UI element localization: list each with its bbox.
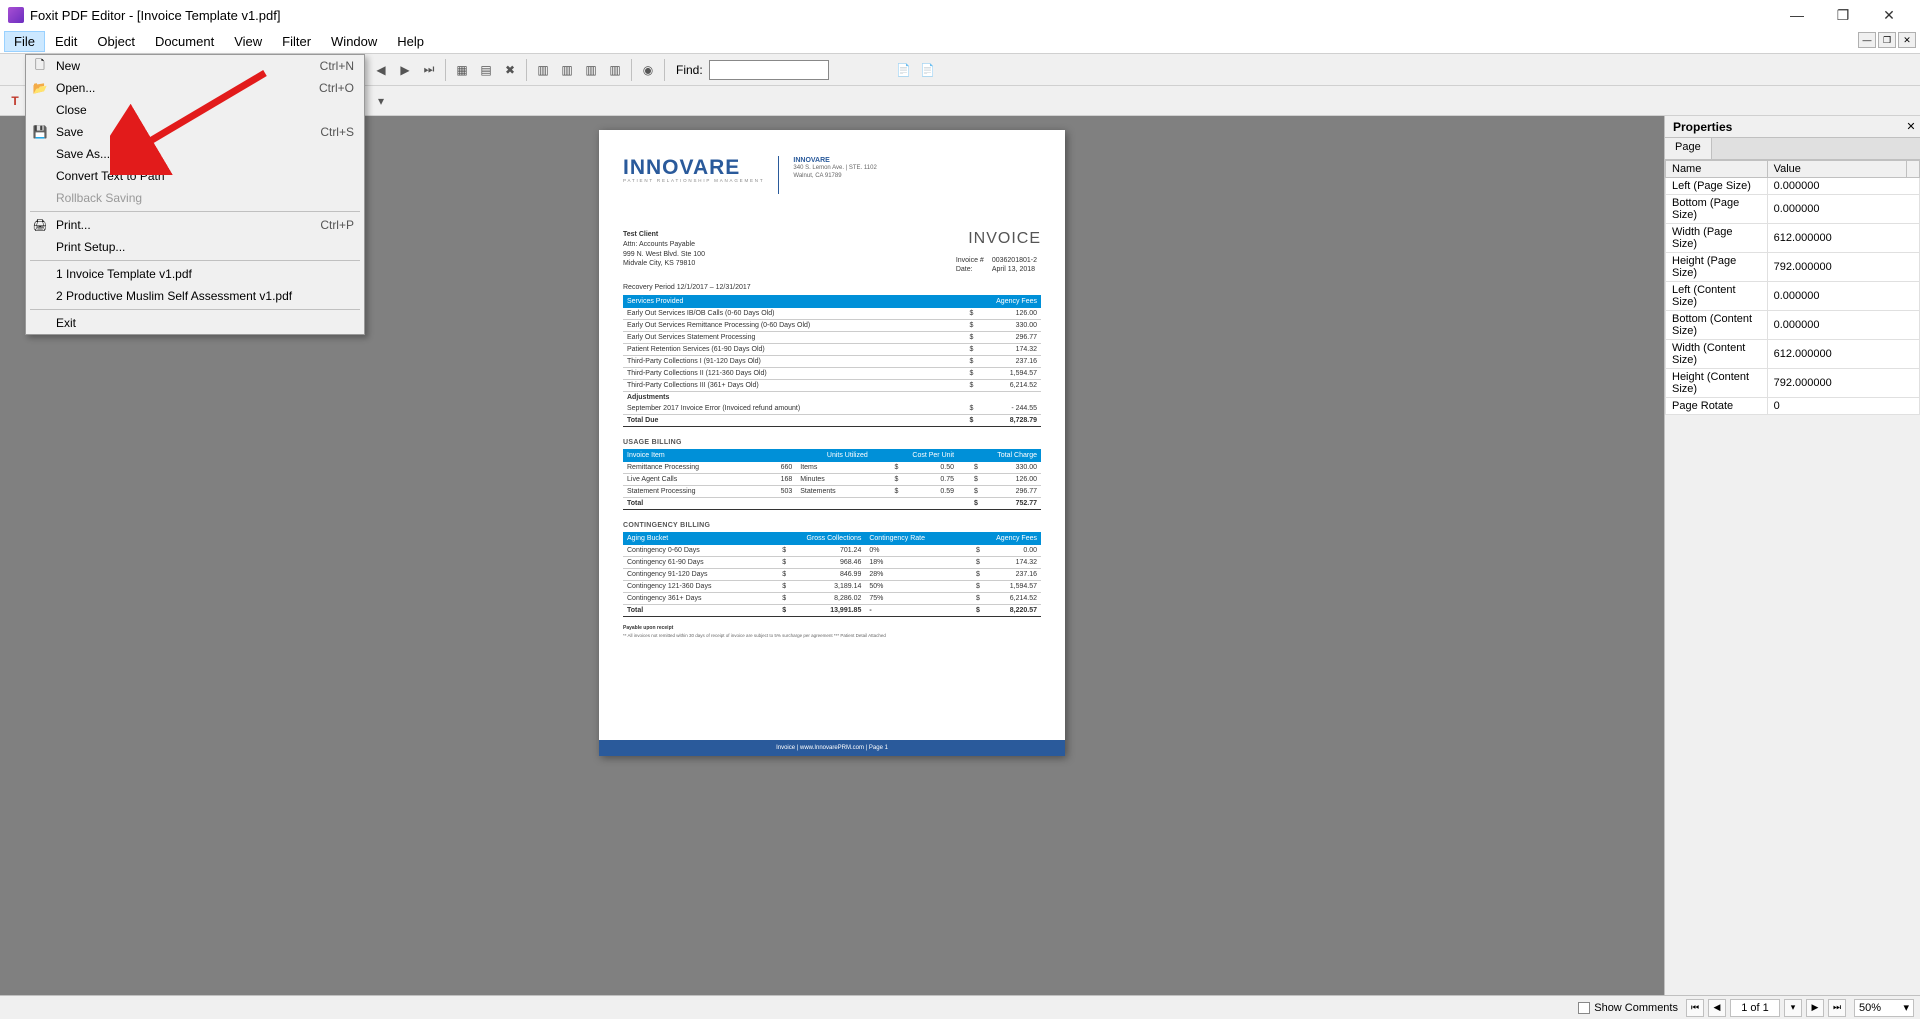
text-tool-icon[interactable]: T — [4, 90, 26, 112]
services-table: Services ProvidedAgency Fees Early Out S… — [623, 295, 1041, 427]
prev-page-icon[interactable]: ◀ — [370, 59, 392, 81]
maximize-button[interactable]: ❐ — [1820, 0, 1866, 30]
menu-edit[interactable]: Edit — [45, 31, 87, 52]
panel-tab-page[interactable]: Page — [1665, 138, 1712, 159]
menu-close[interactable]: Close — [26, 99, 364, 121]
contingency-table: Aging Bucket Gross Collections Contingen… — [623, 532, 1041, 617]
usage-table: Invoice Item Units Utilized Cost Per Uni… — [623, 449, 1041, 510]
show-comments-label: Show Comments — [1594, 1002, 1678, 1014]
close-button[interactable]: ✕ — [1866, 0, 1912, 30]
menu-rollback: Rollback Saving — [26, 187, 364, 209]
menu-print-setup[interactable]: Print Setup... — [26, 236, 364, 258]
minimize-button[interactable]: — — [1774, 0, 1820, 30]
find-prev-icon[interactable]: 📄 — [893, 59, 915, 81]
menu-recent-1[interactable]: 1 Invoice Template v1.pdf — [26, 263, 364, 285]
find-label: Find: — [676, 63, 703, 77]
menu-help[interactable]: Help — [387, 31, 434, 52]
open-icon: 📂 — [32, 80, 48, 96]
panel-title: Properties — [1665, 120, 1902, 134]
pdf-page[interactable]: INNOVARE PATIENT RELATIONSHIP MANAGEMENT… — [599, 130, 1065, 756]
menu-file[interactable]: File — [4, 31, 45, 52]
toolbar-btn-6[interactable]: ▥ — [580, 59, 602, 81]
next-page-button[interactable]: ▶ — [1806, 999, 1824, 1017]
mdi-restore[interactable]: ❐ — [1878, 32, 1896, 48]
last-page-icon[interactable]: ⏭ — [418, 59, 440, 81]
first-page-button[interactable]: ⏮ — [1686, 999, 1704, 1017]
logo-sub: PATIENT RELATIONSHIP MANAGEMENT — [623, 178, 764, 183]
menu-window[interactable]: Window — [321, 31, 387, 52]
properties-panel: Properties ✕ Page NameValue Left (Page S… — [1664, 116, 1920, 995]
menu-open[interactable]: 📂 Open...Ctrl+O — [26, 77, 364, 99]
mdi-minimize[interactable]: — — [1858, 32, 1876, 48]
page-dropdown[interactable]: ▾ — [1784, 999, 1802, 1017]
menu-object[interactable]: Object — [87, 31, 145, 52]
save-icon: 💾 — [32, 124, 48, 140]
menu-print[interactable]: 🖨 Print...Ctrl+P — [26, 214, 364, 236]
file-menu-dropdown: 🗋 NewCtrl+N 📂 Open...Ctrl+O Close 💾 Save… — [25, 54, 365, 335]
find-next-icon[interactable]: 📄 — [917, 59, 939, 81]
dropdown-toggle[interactable]: ▾ — [370, 90, 392, 112]
menu-convert-text-to-path[interactable]: Convert Text to Path — [26, 165, 364, 187]
page-indicator[interactable]: 1 of 1 — [1730, 999, 1780, 1017]
toolbar-btn-3[interactable]: ✖ — [499, 59, 521, 81]
panel-close-icon[interactable]: ✕ — [1902, 120, 1920, 133]
new-icon: 🗋 — [32, 58, 48, 74]
toolbar-btn-7[interactable]: ▥ — [604, 59, 626, 81]
menu-filter[interactable]: Filter — [272, 31, 321, 52]
next-page-icon[interactable]: ▶ — [394, 59, 416, 81]
print-icon: 🖨 — [32, 217, 48, 233]
app-icon — [8, 7, 24, 23]
menu-save-as[interactable]: Save As... — [26, 143, 364, 165]
menu-recent-2[interactable]: 2 Productive Muslim Self Assessment v1.p… — [26, 285, 364, 307]
toolbar-btn-5[interactable]: ▥ — [556, 59, 578, 81]
show-comments-checkbox[interactable] — [1578, 1002, 1590, 1014]
window-title: Foxit PDF Editor - [Invoice Template v1.… — [30, 8, 280, 23]
logo-text: INNOVARE — [623, 156, 764, 180]
menu-save[interactable]: 💾 SaveCtrl+S — [26, 121, 364, 143]
mdi-close[interactable]: ✕ — [1898, 32, 1916, 48]
menu-exit[interactable]: Exit — [26, 312, 364, 334]
properties-table: NameValue Left (Page Size)0.000000Bottom… — [1665, 160, 1920, 415]
toolbar-btn-4[interactable]: ▥ — [532, 59, 554, 81]
zoom-select[interactable]: 50%▾ — [1854, 999, 1914, 1017]
toolbar-btn-2[interactable]: ▤ — [475, 59, 497, 81]
last-page-button[interactable]: ⏭ — [1828, 999, 1846, 1017]
toolbar-btn-8[interactable]: ◉ — [637, 59, 659, 81]
menu-document[interactable]: Document — [145, 31, 224, 52]
find-input[interactable] — [709, 60, 829, 80]
invoice-title: INVOICE — [952, 230, 1041, 248]
toolbar-btn-1[interactable]: ▦ — [451, 59, 473, 81]
menu-view[interactable]: View — [224, 31, 272, 52]
prev-page-button[interactable]: ◀ — [1708, 999, 1726, 1017]
menu-new[interactable]: 🗋 NewCtrl+N — [26, 55, 364, 77]
page-footer: Invoice | www.InnovarePRM.com | Page 1 — [599, 740, 1065, 756]
